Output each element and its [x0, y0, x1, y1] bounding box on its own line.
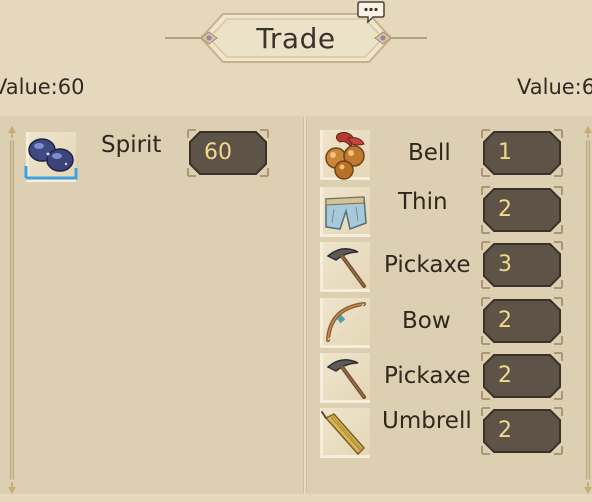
item-icon-slot	[320, 242, 370, 292]
item-name: Umbrell	[382, 408, 472, 434]
item-name: Bell	[408, 140, 451, 166]
page-title: Trade	[256, 21, 336, 55]
right-value-label: Value:60	[517, 75, 592, 99]
scroll-up-arrow-icon	[8, 126, 16, 138]
item-icon-slot	[320, 187, 370, 237]
title-banner: Trade	[165, 8, 427, 68]
item-count-box[interactable]: 2	[480, 406, 564, 456]
item-count: 1	[498, 140, 512, 165]
item-name: Bow	[402, 308, 451, 334]
bell-icon	[325, 131, 365, 180]
chat-button[interactable]	[357, 0, 385, 24]
item-count-box[interactable]: 60	[186, 128, 270, 178]
item-count-box[interactable]: 3	[480, 240, 564, 290]
item-count: 2	[498, 308, 512, 333]
scroll-down-arrow-icon	[584, 482, 592, 494]
count-box-frame	[480, 351, 564, 401]
right-item-row-pickaxe[interactable]: Pickaxe 3	[320, 240, 570, 294]
item-icon-slot	[320, 353, 370, 403]
count-box-frame	[480, 240, 564, 290]
item-name: Thin	[398, 189, 448, 215]
pickaxe-icon	[320, 242, 370, 292]
item-icon-slot	[320, 408, 370, 458]
right-item-row-bow[interactable]: Bow 2	[320, 296, 570, 350]
item-icon-slot	[320, 130, 370, 180]
count-box-frame	[480, 128, 564, 178]
right-item-row-umbrella[interactable]: Umbrell 2	[320, 406, 570, 460]
item-count-box[interactable]: 2	[480, 296, 564, 346]
item-count-box[interactable]: 1	[480, 128, 564, 178]
item-icon-slot	[24, 132, 78, 182]
thin-pants-icon	[325, 196, 367, 231]
pickaxe-icon	[320, 353, 370, 403]
right-item-row-bell[interactable]: Bell 1	[320, 128, 570, 182]
count-box-frame	[480, 406, 564, 456]
item-name: Pickaxe	[384, 363, 471, 389]
count-box-frame	[480, 185, 564, 235]
item-count: 3	[498, 252, 512, 277]
left-value-label: Value:60	[0, 75, 85, 99]
umbrella-icon	[321, 411, 366, 456]
item-count: 60	[204, 140, 232, 165]
item-count-box[interactable]: 2	[480, 351, 564, 401]
item-count: 2	[498, 418, 512, 443]
panel-divider	[303, 117, 307, 493]
item-count-box[interactable]: 2	[480, 185, 564, 235]
count-box-frame	[480, 296, 564, 346]
right-item-row-pickaxe[interactable]: Pickaxe 2	[320, 351, 570, 405]
chat-bubble-icon	[357, 1, 385, 24]
item-count: 2	[498, 363, 512, 388]
spirit-stones-icon	[24, 138, 78, 180]
left-item-row-spirit[interactable]: Spirit 60	[24, 128, 276, 184]
scroll-down-arrow-icon	[8, 482, 16, 494]
right-item-row-thin[interactable]: Thin 2	[320, 185, 570, 239]
item-name: Pickaxe	[384, 252, 471, 278]
right-scrollbar[interactable]	[584, 126, 592, 494]
left-scrollbar[interactable]	[8, 126, 16, 494]
item-icon-slot	[320, 298, 370, 348]
scroll-up-arrow-icon	[584, 126, 592, 138]
bow-icon	[326, 302, 366, 342]
item-count: 2	[498, 197, 512, 222]
item-name: Spirit	[101, 132, 162, 158]
